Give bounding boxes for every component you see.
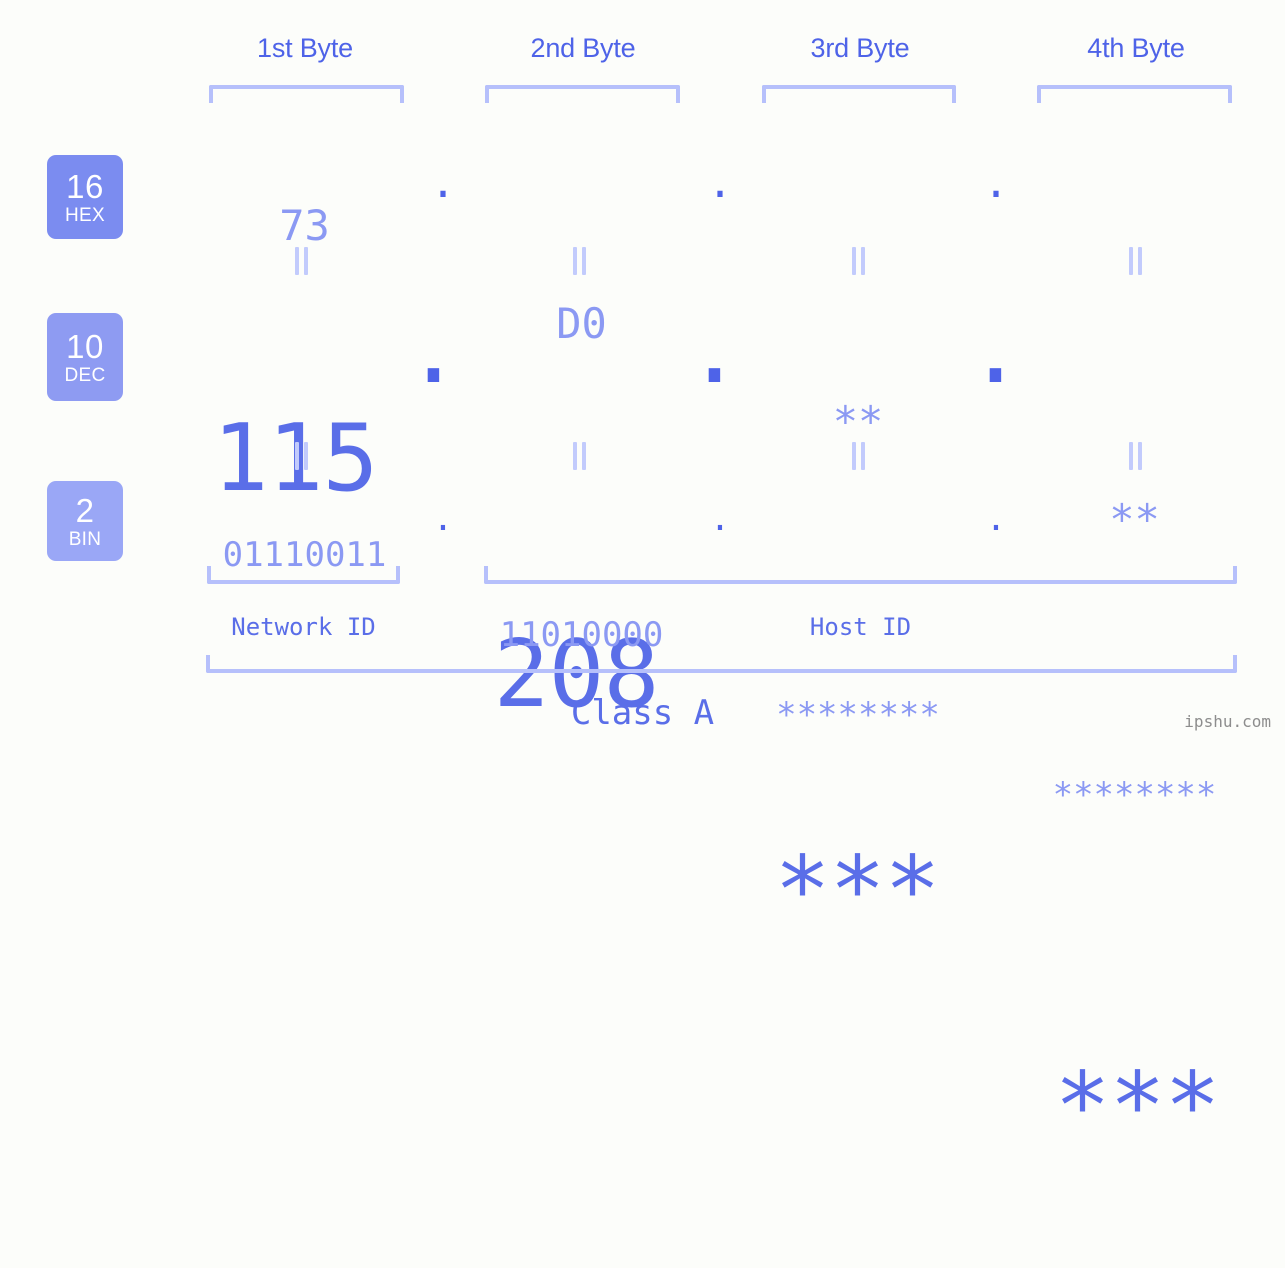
network-id-bracket	[207, 566, 400, 584]
byte-header-2: 2nd Byte	[530, 33, 636, 63]
equals-mark-dec-bin-4	[1129, 442, 1143, 470]
base-badge-hex-number: 16	[66, 167, 104, 205]
base-badge-dec-number: 10	[66, 327, 104, 365]
base-badge-bin-name: BIN	[68, 528, 102, 550]
base-badge-dec: 10 DEC	[47, 313, 123, 401]
bin-octet-4: ********	[1052, 775, 1217, 815]
hex-separator-1: .	[430, 158, 456, 207]
dec-octet-4: ***	[1054, 1052, 1221, 1160]
bin-separator-2: .	[709, 499, 731, 539]
equals-mark-hex-dec-2	[573, 247, 587, 275]
bin-value-row: 01110011 . 11010000 . ******** . *******…	[150, 495, 1285, 815]
byte-header-4: 4th Byte	[1087, 33, 1185, 63]
equals-mark-dec-bin-2	[573, 442, 587, 470]
hex-octet-1: 73	[279, 201, 330, 250]
class-label: Class A	[570, 693, 715, 733]
dec-octet-3: ***	[774, 836, 941, 944]
base-badge-bin: 2 BIN	[47, 481, 123, 561]
equals-mark-hex-dec-3	[852, 247, 866, 275]
dec-separator-1: .	[405, 296, 462, 404]
equals-mark-dec-bin-3	[852, 442, 866, 470]
hex-separator-3: .	[983, 158, 1009, 207]
network-id-label: Network ID	[231, 613, 376, 641]
equals-mark-dec-bin-1	[295, 442, 309, 470]
ip-address-breakdown-diagram: 1st Byte 2nd Byte 3rd Byte 4th Byte 16 H…	[0, 0, 1285, 1160]
hex-value-row: 73 . D0 . ** . **	[150, 152, 1285, 544]
base-badge-bin-number: 2	[75, 491, 95, 529]
byte-bracket-top-4	[1037, 85, 1232, 103]
watermark-text: ipshu.com	[1184, 712, 1271, 731]
base-badge-dec-name: DEC	[64, 364, 106, 386]
byte-bracket-top-1	[209, 85, 404, 103]
byte-header-1: 1st Byte	[257, 33, 353, 63]
host-id-bracket	[484, 566, 1237, 584]
class-bracket	[206, 655, 1237, 673]
hex-separator-2: .	[707, 158, 733, 207]
dec-value-row: 115 . 208 . *** . ***	[150, 296, 1285, 1160]
dec-separator-2: .	[686, 296, 743, 404]
bin-separator-3: .	[985, 499, 1007, 539]
base-badge-hex: 16 HEX	[47, 155, 123, 239]
host-id-label: Host ID	[809, 613, 912, 641]
equals-mark-hex-dec-1	[295, 247, 309, 275]
dec-separator-3: .	[967, 296, 1024, 404]
byte-bracket-top-2	[485, 85, 680, 103]
base-badge-hex-name: HEX	[65, 204, 105, 226]
byte-bracket-top-3	[762, 85, 956, 103]
equals-mark-hex-dec-4	[1129, 247, 1143, 275]
bin-separator-1: .	[432, 499, 454, 539]
byte-header-3: 3rd Byte	[810, 33, 910, 63]
